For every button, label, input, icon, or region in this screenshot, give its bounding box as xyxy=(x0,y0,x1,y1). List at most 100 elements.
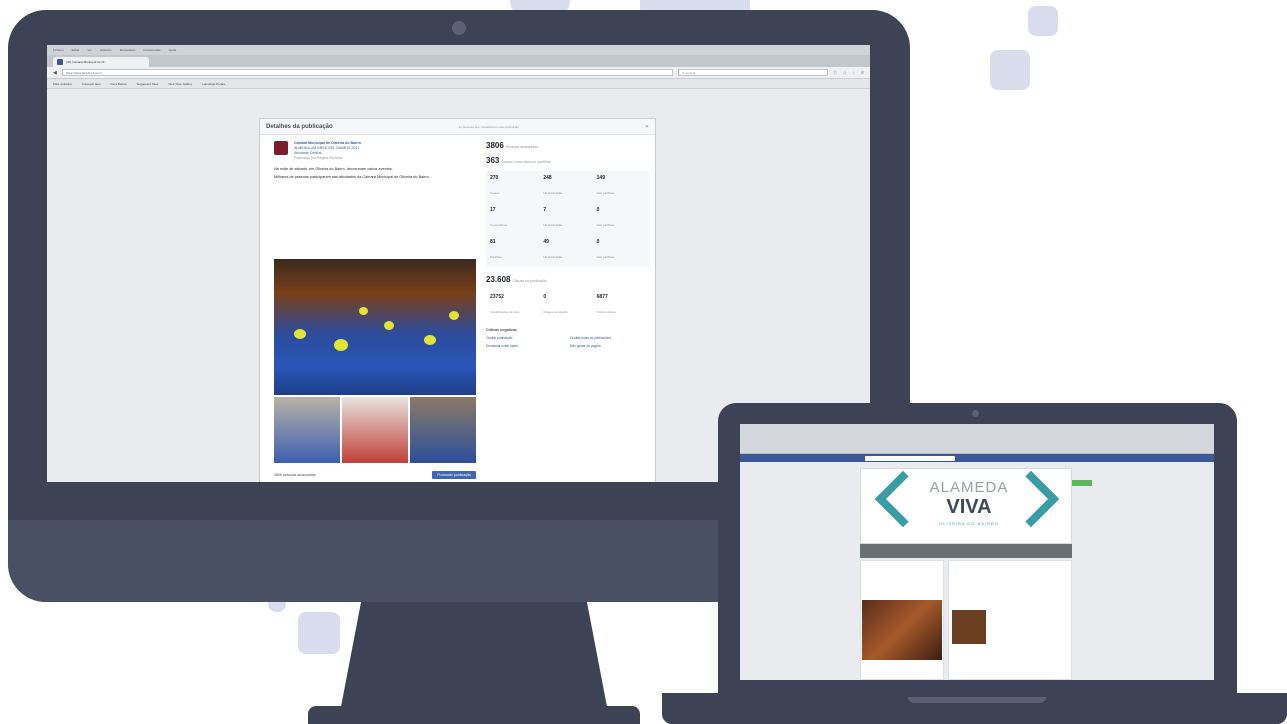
address-bar[interactable]: https://www.facebook.com/... xyxy=(61,69,674,76)
devices-mockup: Ficheiro Editar Ver Histórico Marcadores… xyxy=(0,0,1287,724)
post: Câmara Municipal de Oliveira do Bairro A… xyxy=(274,141,478,181)
dialog-subtitle: As pessoas que visualizaram esta publica… xyxy=(458,124,520,129)
home-icon[interactable]: ⌂ xyxy=(844,70,847,76)
metric-cell: 17 Comentários xyxy=(490,207,508,227)
decor-square xyxy=(298,612,340,654)
metric-cell: 149 Nas partilhas xyxy=(596,175,615,195)
cover-title-2: VIVA xyxy=(946,496,992,518)
dialog-title: Detalhes da publicação xyxy=(266,123,333,130)
post-header: Câmara Municipal de Oliveira do Bairro A… xyxy=(274,141,478,161)
metric-cell: 23752 Visualizações de fotos xyxy=(490,294,520,314)
cover-title: ALAMEDA xyxy=(929,479,1009,496)
post-paragraph: Na noite de sábado, em Oliveira do Bairr… xyxy=(274,167,393,171)
facebook-icon xyxy=(57,59,63,65)
reach-text: 3806 pessoas alcançadas xyxy=(274,473,316,477)
back-icon[interactable]: ◀ xyxy=(53,70,57,76)
download-icon[interactable]: ↓ xyxy=(853,70,856,76)
laptop-camera xyxy=(972,410,979,417)
post-photo[interactable] xyxy=(274,259,476,395)
bookmark-item[interactable]: Começar aqui xyxy=(82,82,101,86)
dialog-header: Detalhes da publicação As pessoas que vi… xyxy=(260,119,655,135)
post-footer: 3806 pessoas alcançadas Promover publica… xyxy=(274,471,476,479)
browser-tab[interactable]: (30) Câmara Municipal de Ol... xyxy=(53,57,149,67)
photo-thumbnail[interactable] xyxy=(274,397,340,463)
monitor-camera xyxy=(452,21,466,35)
page-avatar[interactable] xyxy=(274,141,288,155)
clicks-grid: 23752 Visualizações de fotos 0 Cliques na … xyxy=(486,290,650,322)
metric-cell: 0 Cliques na ligação xyxy=(543,294,568,314)
negative-item: Ocultar publicação xyxy=(486,336,513,340)
boost-post-button[interactable]: Promover publicação xyxy=(432,471,476,479)
metric-cell: 0 Nas partilhas xyxy=(596,207,615,227)
menu-item[interactable]: Ficheiro xyxy=(53,48,64,52)
negative-item: Ocultar todas as publicações xyxy=(570,336,611,340)
photo-grid[interactable] xyxy=(862,600,942,660)
tab-title: (30) Câmara Municipal de Ol... xyxy=(66,60,107,64)
bookmark-item[interactable]: Suggested Sites xyxy=(137,82,159,86)
monitor-stand-neck xyxy=(340,600,608,712)
negative-feedback-list: Ocultar publicação Ocultar todas as publ… xyxy=(486,336,650,348)
bookmark-item[interactable]: Mais visitados xyxy=(53,82,72,86)
menu-item[interactable]: Ver xyxy=(88,48,93,52)
decor-square xyxy=(1028,6,1058,36)
menu-item[interactable]: Marcadores xyxy=(120,48,136,52)
like-button[interactable] xyxy=(1072,480,1092,486)
metric-cell: 49 Na publicação xyxy=(543,239,563,259)
balloon xyxy=(384,321,394,330)
browser-menubar: Ficheiro Editar Ver Histórico Marcadores… xyxy=(47,45,870,55)
negative-item: Não gostar da página xyxy=(570,344,601,348)
photo-thumbnail[interactable] xyxy=(342,397,408,463)
menu-icon[interactable]: ≡ xyxy=(861,70,864,76)
clicks-count: 23.608 Cliques na publicação xyxy=(486,275,547,284)
laptop-notch xyxy=(908,697,1046,703)
photo-thumbnails xyxy=(274,397,476,463)
menu-item[interactable]: Editar xyxy=(72,48,80,52)
balloon xyxy=(449,311,459,320)
post-meta: Câmara Municipal de Oliveira do Bairro A… xyxy=(294,141,361,161)
menu-item[interactable]: Ferramentas xyxy=(144,48,161,52)
reach-count: 3806 Pessoas alcançadas xyxy=(486,141,538,150)
metric-cell: 81 Partilhas xyxy=(490,239,502,259)
post-paragraph: Milhares de pessoas participaram nas ati… xyxy=(274,175,430,180)
bookmarks-bar: Mais visitados Começar aqui Para Before … xyxy=(47,79,870,89)
star-icon[interactable]: ☆ xyxy=(833,70,837,76)
post-time: Publicado por Regina Ferreira xyxy=(294,156,342,160)
metric-cell: 6877 Outros cliques xyxy=(596,294,616,314)
metric-cell: 270 Gostos xyxy=(490,175,500,195)
toolbar-icons: ☆ ⌂ ↓ ≡ xyxy=(833,70,864,76)
laptop-screen: ALAMEDA VIVA OLIVEIRA DO BAIRRO xyxy=(740,424,1214,680)
metric-cell: 0 Nas partilhas xyxy=(596,239,615,259)
engagement-grid: 270 Gostos 248 Na publicação 149 Nas partil… xyxy=(486,171,650,267)
bookmark-item[interactable]: Web Slice Gallery xyxy=(168,82,192,86)
monitor-stand-base xyxy=(308,706,640,724)
post-details-dialog: Detalhes da publicação As pessoas que vi… xyxy=(259,118,656,482)
laptop-browser-chrome xyxy=(740,424,1214,454)
bookmark-item[interactable]: Lansakga Portais xyxy=(202,82,225,86)
bookmark-item[interactable]: Para Before xyxy=(111,82,127,86)
negative-title: Críticas negativas xyxy=(486,328,517,332)
balloon xyxy=(359,307,368,315)
balloon xyxy=(424,335,436,345)
facebook-search[interactable] xyxy=(865,455,955,461)
facebook-top-bar xyxy=(740,454,1214,462)
browser-tabbar: (30) Câmara Municipal de Ol... xyxy=(47,55,870,67)
balloon xyxy=(294,329,306,339)
balloon xyxy=(334,339,348,351)
metric-cell: 248 Na publicação xyxy=(543,175,563,195)
decor-square xyxy=(990,50,1030,90)
search-input[interactable]: Pesquisar xyxy=(678,69,829,76)
post-image[interactable] xyxy=(952,610,986,644)
browser-toolbar: ◀ https://www.facebook.com/... Pesquisar… xyxy=(47,67,870,79)
metric-cell: 7 Na publicação xyxy=(543,207,563,227)
menu-item[interactable]: Ajuda xyxy=(169,48,177,52)
menu-item[interactable]: Histórico xyxy=(100,48,112,52)
cover-subtitle: OLIVEIRA DO BAIRRO xyxy=(939,521,999,526)
page-name-bar xyxy=(860,544,1072,558)
photo-thumbnail[interactable] xyxy=(410,397,476,463)
page-content xyxy=(860,560,1072,680)
insights-panel: 3806 Pessoas alcançadas 363 Gostos, coment… xyxy=(486,141,650,348)
post-text: Na noite de sábado, em Oliveira do Bairr… xyxy=(274,167,478,181)
page-cover: ALAMEDA VIVA OLIVEIRA DO BAIRRO xyxy=(860,468,1072,544)
close-icon[interactable]: ✕ xyxy=(645,124,649,130)
engagement-count: 363 Gostos, comentários e partilhas xyxy=(486,156,551,165)
